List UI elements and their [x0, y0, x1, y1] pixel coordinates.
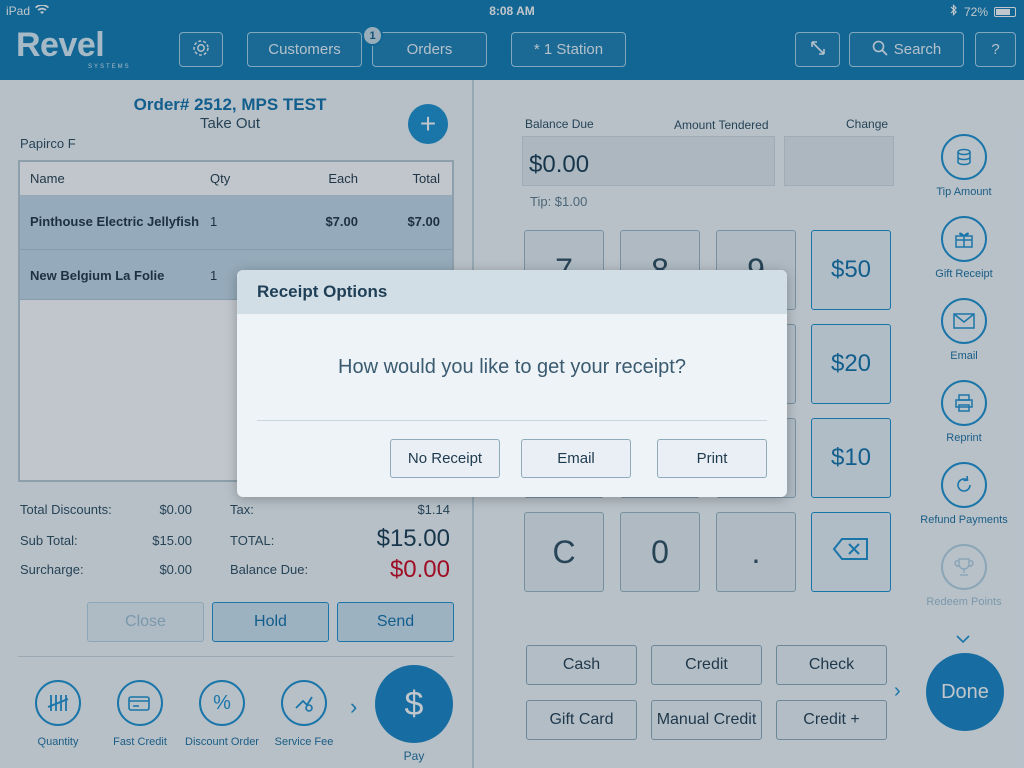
dialog-message: How would you like to get your receipt? — [338, 356, 686, 378]
dialog-title: Receipt Options — [237, 270, 787, 314]
print-receipt-button[interactable]: Print — [657, 439, 767, 478]
receipt-options-dialog: Receipt Options How would you like to ge… — [237, 270, 787, 497]
divider — [257, 420, 767, 421]
email-receipt-button[interactable]: Email — [521, 439, 631, 478]
no-receipt-button[interactable]: No Receipt — [390, 439, 500, 478]
